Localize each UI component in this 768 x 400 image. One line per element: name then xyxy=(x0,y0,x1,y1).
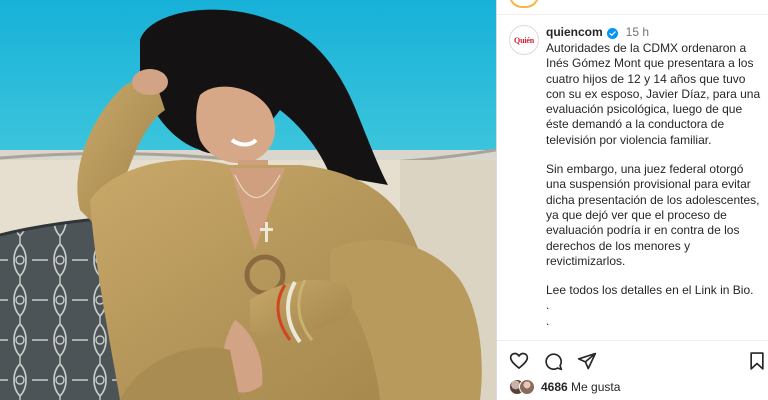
heart-icon[interactable] xyxy=(509,351,529,371)
header-avatar[interactable] xyxy=(509,0,539,8)
share-icon[interactable] xyxy=(577,351,597,371)
likes-label: Me gusta xyxy=(571,380,621,394)
username-link[interactable]: quiencom xyxy=(546,25,603,40)
photo-illustration xyxy=(0,0,496,400)
caption-line: evaluación podría ir en contra de los xyxy=(546,223,740,238)
caption-line: . xyxy=(546,313,550,328)
caption-line: con su ex esposo, Javier Díaz, para una xyxy=(546,86,761,101)
caption-line: Autoridades de la CDMX ordenaron a xyxy=(546,41,747,55)
post-header-strip xyxy=(497,0,768,15)
caption-paragraph-2: Sin embargo, una juez federal otorgó una… xyxy=(546,162,761,269)
caption-line: evaluación psicológica, luego de que xyxy=(546,102,743,117)
caption-body: quiencom 15 h Autoridades de la CDMX ord… xyxy=(546,25,761,329)
likes-row[interactable]: 4686 Me gusta xyxy=(509,378,620,396)
caption-line: cuatro hijos de 12 y 14 años que tuvo xyxy=(546,71,746,86)
caption-line: Sin embargo, una juez federal otorgó xyxy=(546,162,744,177)
caption-line: éste demandó a la conductora de xyxy=(546,117,725,132)
likes-count: 4686 xyxy=(541,380,568,394)
post-photo[interactable] xyxy=(0,0,496,400)
caption-line: dicha presentación de los adolescentes, xyxy=(546,192,760,207)
caption-paragraph-1: Autoridades de la CDMX ordenaron a Inés … xyxy=(546,41,761,148)
caption-header: quiencom 15 h xyxy=(546,25,761,41)
caption-line: derechos de los menores y xyxy=(546,238,691,253)
account-avatar-logo: Quién xyxy=(514,35,534,45)
post-details-panel: Quién quiencom 15 h Autoridades de la CD… xyxy=(497,0,768,400)
post-timestamp[interactable]: 15 h xyxy=(626,25,649,40)
caption-line: televisión por violencia familiar. xyxy=(546,132,712,147)
caption-line: . xyxy=(546,298,550,313)
comment-icon[interactable] xyxy=(543,351,563,371)
liker-avatar xyxy=(519,379,535,395)
caption-line: Lee todos los detalles en el Link in Bio… xyxy=(546,283,754,298)
verified-badge-icon xyxy=(606,27,618,39)
caption-line: una suspensión provisional para evitar xyxy=(546,177,751,192)
caption-line: ya que dejó ver que el proceso de xyxy=(546,207,727,222)
caption-line: revictimizarlos. xyxy=(546,253,626,268)
caption-paragraph-3: Lee todos los detalles en el Link in Bio… xyxy=(546,283,761,329)
bookmark-icon[interactable] xyxy=(747,351,767,371)
action-bar xyxy=(497,340,768,381)
account-avatar[interactable]: Quién xyxy=(509,25,539,55)
likes-summary[interactable]: 4686 Me gusta xyxy=(541,380,620,394)
caption-line: Inés Gómez Mont que presentara a los xyxy=(546,56,754,71)
